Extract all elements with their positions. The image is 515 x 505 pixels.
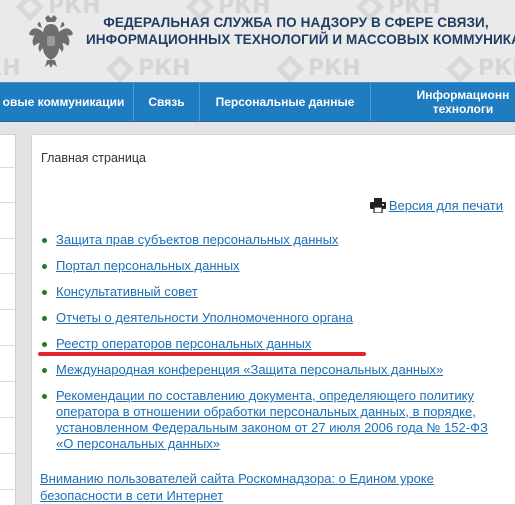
print-version-link[interactable]: Версия для печати (369, 198, 503, 213)
sidebar-divider (0, 417, 16, 418)
link-policy-recommendations[interactable]: Рекомендации по составлению документа, о… (56, 388, 488, 451)
sidebar-divider (0, 273, 16, 274)
list-item: Консультативный совет (40, 284, 502, 300)
double-headed-eagle-icon[interactable] (28, 14, 74, 68)
bullet (42, 394, 47, 399)
printer-icon (369, 198, 386, 213)
main-navigation: овые коммуникации Связь Персональные дан… (0, 82, 515, 122)
site-header: РКН РКН РКН РКН РКН РКН РКН ФЕДЕРАЛЬНАЯ … (0, 0, 515, 82)
sidebar-divider (0, 381, 16, 382)
agency-title-line1: ФЕДЕРАЛЬНАЯ СЛУЖБА ПО НАДЗОРУ В СФЕРЕ СВ… (103, 15, 489, 30)
sidebar-divider (0, 345, 16, 346)
bullet (42, 342, 47, 347)
left-sidebar (0, 134, 16, 505)
link-international-conference[interactable]: Международная конференция «Защита персон… (56, 362, 443, 377)
content-panel: Главная страница Версия для печати Защит… (31, 134, 515, 505)
nav-item-label-line1: Информационн (416, 88, 510, 102)
agency-title-line2: ИНФОРМАЦИОННЫХ ТЕХНОЛОГИЙ И МАССОВЫХ КОМ… (86, 32, 515, 47)
list-item: Портал персональных данных (40, 258, 502, 274)
list-item: Международная конференция «Защита персон… (40, 362, 502, 378)
breadcrumb: Главная страница (41, 151, 146, 165)
watermark: РКН (275, 54, 361, 82)
personal-data-links: Защита прав субъектов персональных данны… (40, 232, 502, 462)
sidebar-divider (0, 453, 16, 454)
sidebar-divider (0, 202, 16, 203)
link-reports[interactable]: Отчеты о деятельности Уполномоченного ор… (56, 310, 353, 325)
news-link[interactable]: Вниманию пользователей сайта Роскомнадзо… (40, 470, 505, 504)
link-personal-data-portal[interactable]: Портал персональных данных (56, 258, 240, 273)
nav-item-information-technologies[interactable]: Информационн технологи (398, 83, 515, 121)
list-item: Рекомендации по составлению документа, о… (40, 388, 502, 452)
list-item: Реестр операторов персональных данных (40, 336, 502, 352)
sidebar-divider (0, 309, 16, 310)
bullet (42, 238, 47, 243)
sidebar-divider (0, 489, 16, 490)
nav-separator (370, 83, 371, 121)
watermark: РКН (0, 56, 21, 81)
bullet (42, 264, 47, 269)
link-operators-registry[interactable]: Реестр операторов персональных данных (56, 336, 311, 351)
watermark: РКН (105, 54, 191, 82)
bullet (42, 316, 47, 321)
link-advisory-council[interactable]: Консультативный совет (56, 284, 198, 299)
nav-item-communications[interactable]: Связь (134, 83, 199, 121)
nav-item-personal-data[interactable]: Персональные данные (200, 83, 370, 121)
bullet (42, 290, 47, 295)
highlight-underline (38, 352, 366, 356)
print-version-label: Версия для печати (388, 198, 503, 213)
nav-item-label-line2: технологи (432, 102, 494, 116)
nav-item-mass-communications[interactable]: овые коммуникации (0, 83, 133, 121)
list-item: Защита прав субъектов персональных данны… (40, 232, 502, 248)
link-subject-rights[interactable]: Защита прав субъектов персональных данны… (56, 232, 338, 247)
agency-title: ФЕДЕРАЛЬНАЯ СЛУЖБА ПО НАДЗОРУ В СФЕРЕ СВ… (86, 14, 515, 48)
list-item: Отчеты о деятельности Уполномоченного ор… (40, 310, 502, 326)
watermark: РКН (445, 54, 515, 82)
bullet (42, 368, 47, 373)
sidebar-divider (0, 167, 16, 168)
sidebar-divider (0, 238, 16, 239)
